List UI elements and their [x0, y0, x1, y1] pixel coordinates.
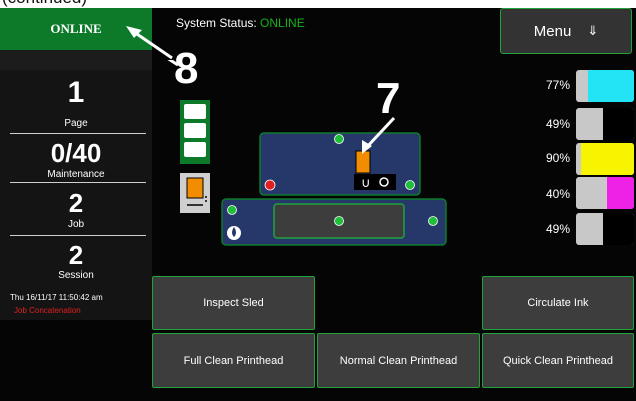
svg-text:∪: ∪	[361, 175, 371, 190]
full-clean-printhead-button[interactable]: Full Clean Printhead	[152, 333, 315, 388]
timestamp: Thu 16/11/17 11:50:42 am	[10, 293, 103, 302]
page-count: 1	[67, 76, 85, 109]
media-stack-icon[interactable]	[180, 100, 210, 164]
ink-fill-magenta	[607, 177, 634, 209]
inspect-sled-button[interactable]: Inspect Sled	[152, 276, 315, 330]
menu-label: Menu	[533, 22, 572, 40]
maintenance-label: Maintenance	[47, 169, 105, 180]
menu-arrow-icon: ⇓	[587, 23, 599, 38]
ink-fill-yellow	[581, 143, 634, 175]
ink-level-text: 77%	[545, 78, 570, 92]
cropped-caption: (continued)	[2, 0, 87, 8]
callout-number-8: 8	[174, 44, 199, 93]
ink-fill-black-2	[602, 213, 634, 245]
maintenance-station-block[interactable]	[221, 198, 447, 246]
printhead-sled-block[interactable]: ∪	[259, 132, 421, 196]
ink-bar-yellow[interactable]	[576, 143, 634, 175]
ink-bar-black-2[interactable]	[576, 213, 634, 245]
ink-level-text: 90%	[545, 151, 570, 165]
divider	[10, 133, 146, 134]
ink-bar-magenta[interactable]	[576, 177, 634, 209]
normal-clean-printhead-button[interactable]: Normal Clean Printhead	[317, 333, 480, 388]
ink-fill-cyan	[587, 70, 634, 102]
job-label: Job	[67, 219, 85, 230]
ink-bar-black[interactable]	[576, 108, 634, 140]
callout-pointer-8	[126, 26, 173, 60]
ink-fill-black	[602, 108, 634, 140]
ink-level-text: 49%	[545, 117, 570, 131]
page-label: Page	[64, 118, 88, 129]
system-status-label: System Status:	[176, 16, 257, 30]
circulate-ink-button[interactable]: Circulate Ink	[482, 276, 634, 330]
session-label: Session	[58, 270, 94, 281]
job-count: 2	[68, 188, 84, 218]
quick-clean-printhead-button[interactable]: Quick Clean Printhead	[482, 333, 634, 388]
divider	[10, 182, 146, 183]
session-count: 2	[68, 240, 84, 270]
divider	[10, 235, 146, 236]
ink-level-text: 40%	[545, 187, 570, 201]
cartridge-icon[interactable]	[180, 173, 210, 213]
printer-diagram: ∪	[167, 60, 447, 246]
callout-number-7: 7	[376, 74, 401, 123]
ink-level-text: 49%	[545, 222, 570, 236]
system-status: System Status: ONLINE	[176, 16, 305, 30]
system-status-value: ONLINE	[260, 16, 305, 30]
menu-button[interactable]: Menu ⇓	[500, 8, 632, 54]
job-concatenation-status: Job Concatenation	[14, 306, 81, 315]
maintenance-count: 0/40	[50, 138, 102, 168]
ink-bar-cyan[interactable]	[576, 70, 634, 102]
